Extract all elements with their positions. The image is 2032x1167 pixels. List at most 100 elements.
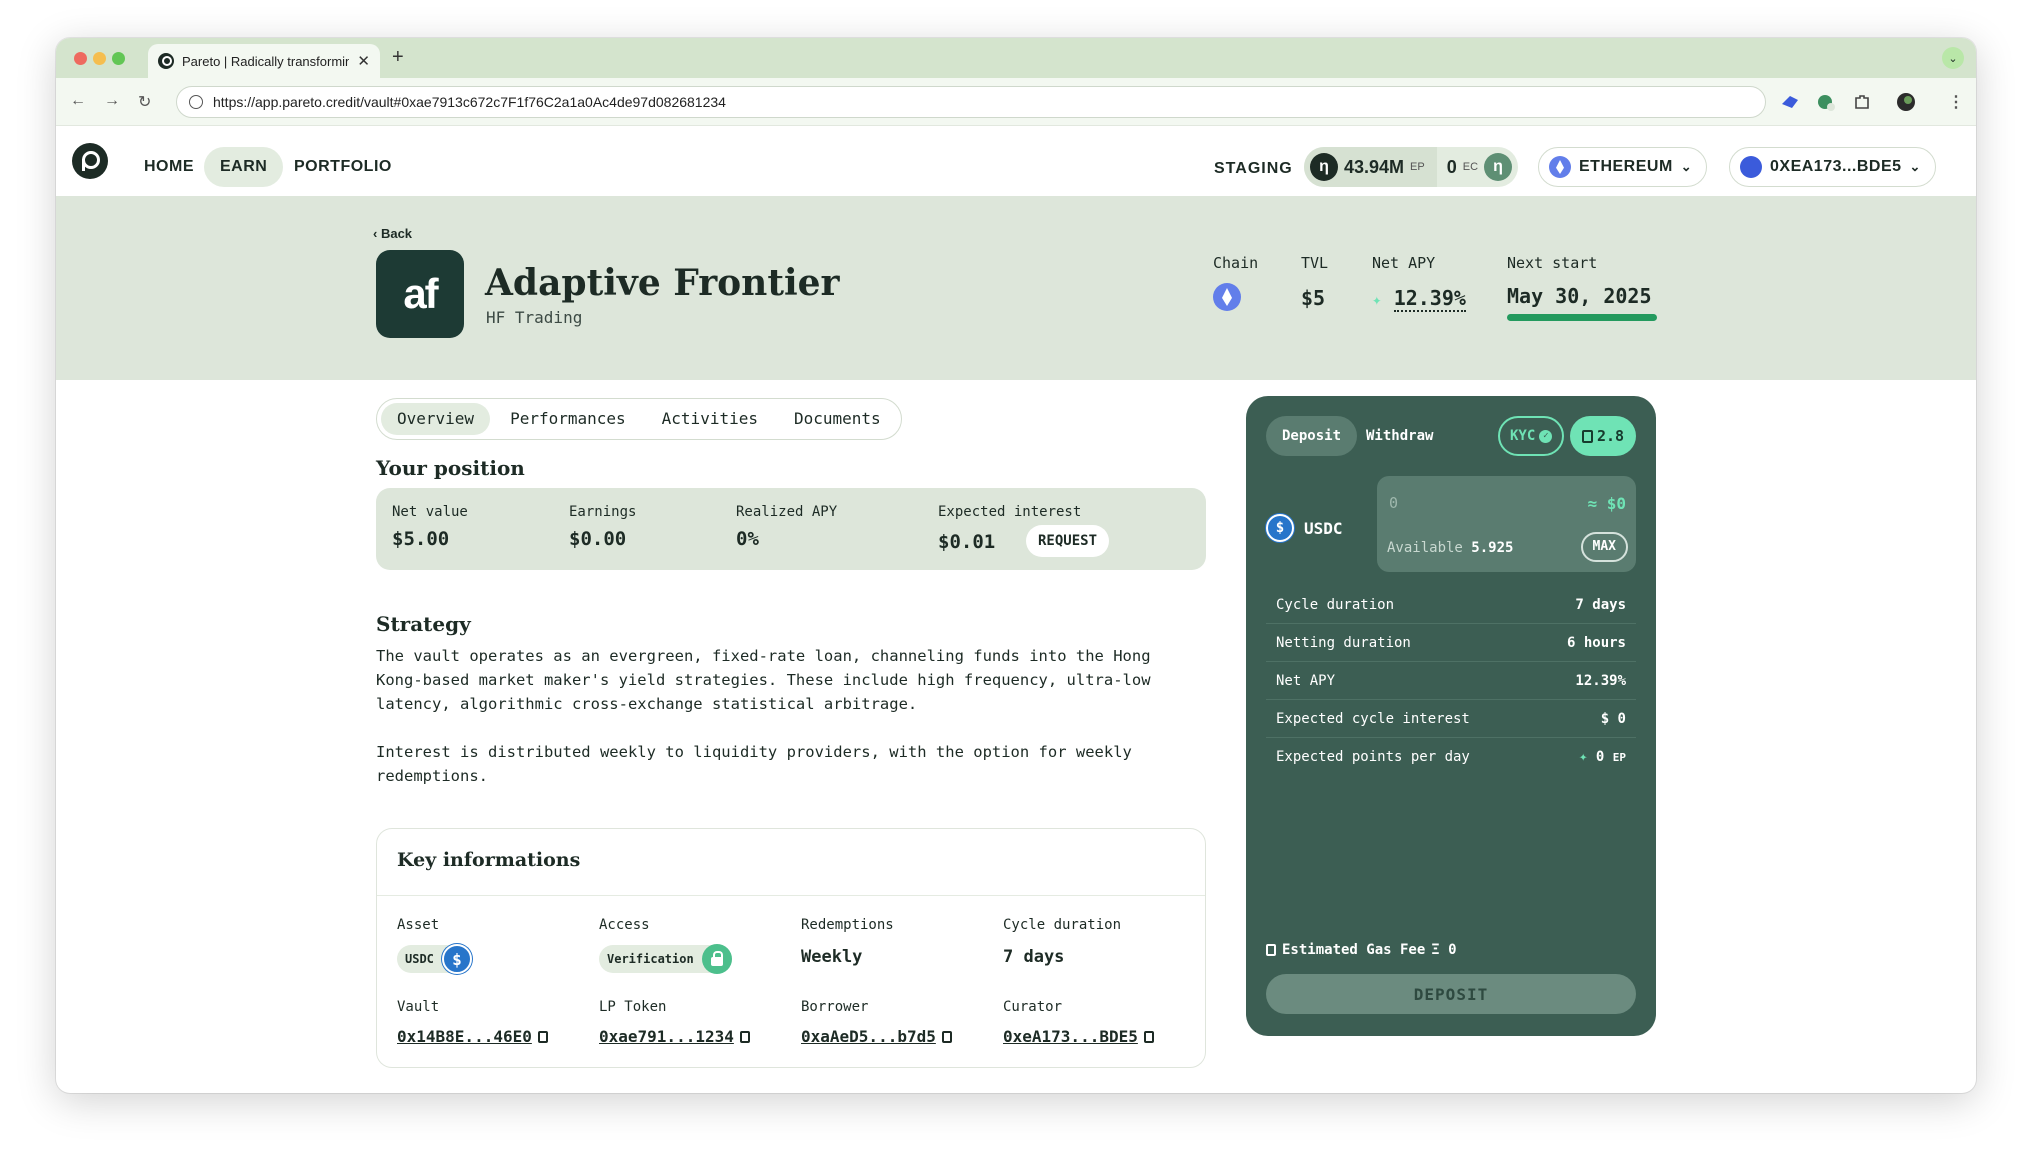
copy-icon[interactable] xyxy=(739,1030,750,1043)
gas-badge-value: 2.8 xyxy=(1597,427,1625,445)
vault-subtitle: HF Trading xyxy=(486,308,583,327)
vault-address-link[interactable]: 0x14B8E...46E0 xyxy=(397,1027,548,1046)
strategy-paragraph-1: The vault operates as an evergreen, fixe… xyxy=(376,647,1151,713)
amount-input[interactable]: 0 xyxy=(1389,494,1398,512)
copy-icon[interactable] xyxy=(537,1030,548,1043)
redemptions-value: Weekly xyxy=(801,947,863,967)
curator-link[interactable]: 0xeA173...BDE5 xyxy=(1003,1027,1154,1046)
ethereum-chain-icon xyxy=(1213,283,1241,311)
favicon-icon xyxy=(158,53,174,69)
kyc-badge[interactable]: KYC ✓ xyxy=(1498,416,1565,456)
info-row-points: Expected points per day ✦ 0 EP xyxy=(1276,749,1626,765)
ethereum-icon xyxy=(1549,156,1571,178)
gas-badge[interactable]: 2.8 xyxy=(1570,416,1637,456)
reload-icon[interactable]: ↻ xyxy=(138,92,151,112)
request-button[interactable]: REQUEST xyxy=(1026,525,1110,557)
url-text: https://app.pareto.credit/vault#0xae7913… xyxy=(213,94,726,110)
gas-pump-icon xyxy=(1582,429,1593,443)
ec-unit: EC xyxy=(1462,161,1479,173)
tvl-label: TVL xyxy=(1301,254,1329,272)
key-info-card: Key informations Asset USDC $ Access Ver… xyxy=(376,828,1206,1068)
asset-chip-label: USDC xyxy=(405,952,434,966)
close-window-button[interactable] xyxy=(74,52,87,65)
copy-icon[interactable] xyxy=(941,1030,952,1043)
token-selector[interactable]: $ USDC xyxy=(1266,514,1343,542)
back-link[interactable]: ‹ Back xyxy=(373,226,412,241)
usdc-icon: $ xyxy=(1266,514,1294,542)
withdraw-tab[interactable]: Withdraw xyxy=(1350,416,1449,456)
access-chip[interactable]: Verification xyxy=(599,944,732,974)
browser-window: Pareto | Radically transforming ✕ + ⌄ ← … xyxy=(56,38,1976,1093)
nav-earn[interactable]: EARN xyxy=(204,147,284,187)
minimize-window-button[interactable] xyxy=(93,52,106,65)
ec-badge-icon: η xyxy=(1484,153,1513,181)
estimated-gas-fee: Estimated Gas Fee Ξ 0 xyxy=(1266,942,1457,958)
profile-avatar-icon[interactable] xyxy=(1896,92,1916,112)
max-button[interactable]: MAX xyxy=(1580,532,1628,562)
tvl-value: $5 xyxy=(1301,286,1326,310)
position-heading: Your position xyxy=(376,456,525,480)
wallet-address: 0XEA173...BDE5 xyxy=(1770,158,1902,175)
position-card: Net value $5.00 Earnings $0.00 Realized … xyxy=(376,488,1206,570)
site-info-icon[interactable] xyxy=(189,95,203,109)
wallet-selector[interactable]: 0XEA173...BDE5 ⌄ xyxy=(1729,147,1936,187)
info-row-expected-interest: Expected cycle interest $ 0 xyxy=(1266,700,1636,738)
deposit-button[interactable]: DEPOSIT xyxy=(1266,974,1636,1014)
extensions-puzzle-icon[interactable] xyxy=(1852,92,1872,112)
strategy-paragraph-2: Interest is distributed weekly to liquid… xyxy=(376,743,1132,785)
nav-portfolio[interactable]: PORTFOLIO xyxy=(278,147,408,187)
app-header: HOME EARN PORTFOLIO STAGING η 43.94M EP … xyxy=(56,126,1976,196)
lp-token-link[interactable]: 0xae791...1234 xyxy=(599,1027,750,1046)
wallet-avatar xyxy=(1740,156,1762,178)
borrower-label: Borrower xyxy=(801,999,869,1015)
curator-label: Curator xyxy=(1003,999,1063,1015)
strategy-heading: Strategy xyxy=(376,612,471,636)
section-tabs: Overview Performances Activities Documen… xyxy=(376,398,902,440)
pareto-logo[interactable] xyxy=(72,143,108,179)
apy-value: 12.39% xyxy=(1393,286,1466,312)
next-start-label: Next start xyxy=(1507,254,1598,272)
key-info-heading: Key informations xyxy=(397,849,581,871)
points-unit: EP xyxy=(1410,161,1425,173)
borrower-link[interactable]: 0xaAeD5...b7d5 xyxy=(801,1027,952,1046)
token-label: USDC xyxy=(1304,518,1343,538)
url-field[interactable]: https://app.pareto.credit/vault#0xae7913… xyxy=(176,86,1766,118)
tab-title: Pareto | Radically transforming xyxy=(182,53,350,69)
vault-logo: af xyxy=(376,250,464,338)
network-selector[interactable]: ETHEREUM ⌄ xyxy=(1538,147,1708,187)
extension-bird-icon[interactable] xyxy=(1780,92,1800,112)
copy-icon[interactable] xyxy=(1143,1030,1154,1043)
vault-title: Adaptive Frontier xyxy=(485,262,840,304)
browser-menu-icon[interactable]: ⋮ xyxy=(1948,92,1964,112)
check-icon: ✓ xyxy=(1539,429,1553,443)
cycle-progress-fill xyxy=(1507,314,1657,321)
asset-chip: USDC $ xyxy=(397,944,472,974)
extension-shield-icon[interactable] xyxy=(1816,92,1836,112)
gas-pump-icon xyxy=(1266,944,1276,956)
apy-label: Net APY xyxy=(1372,254,1436,272)
tab-overview[interactable]: Overview xyxy=(381,403,491,435)
environment-label: STAGING xyxy=(1214,160,1293,177)
apy-stat[interactable]: ✦ 12.39% xyxy=(1372,286,1466,312)
ec-value: 0 xyxy=(1446,156,1457,177)
earnings-value: $0.00 xyxy=(569,528,627,550)
tab-activities[interactable]: Activities xyxy=(646,403,774,435)
tab-performances[interactable]: Performances xyxy=(494,403,642,435)
maximize-window-button[interactable] xyxy=(112,52,125,65)
nav-home[interactable]: HOME xyxy=(128,147,210,187)
back-arrow-icon[interactable]: ← xyxy=(70,92,86,110)
deposit-tab[interactable]: Deposit xyxy=(1266,416,1358,456)
lp-token-label: LP Token xyxy=(599,999,667,1015)
earnings-label: Earnings xyxy=(569,504,637,520)
close-tab-icon[interactable]: ✕ xyxy=(357,52,370,70)
browser-tab[interactable]: Pareto | Radically transforming ✕ xyxy=(148,44,380,78)
access-label: Access xyxy=(599,917,650,933)
info-row-netting: Netting duration 6 hours xyxy=(1266,624,1636,662)
new-tab-icon[interactable]: + xyxy=(392,46,404,69)
points-badge-icon: η xyxy=(1310,153,1338,181)
points-widget[interactable]: η 43.94M EP 0 EC η xyxy=(1304,147,1519,187)
tab-documents[interactable]: Documents xyxy=(778,403,897,435)
tab-search-icon[interactable]: ⌄ xyxy=(1942,47,1964,69)
amount-box: 0 ≈ $0 Available 5.925 MAX xyxy=(1377,476,1636,572)
forward-arrow-icon[interactable]: → xyxy=(104,92,120,110)
